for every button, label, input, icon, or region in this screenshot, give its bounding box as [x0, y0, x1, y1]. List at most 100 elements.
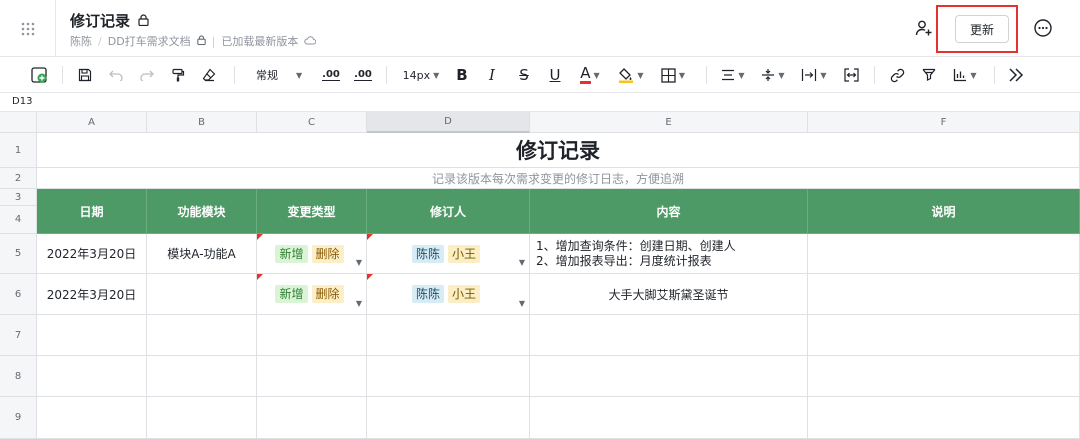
column-header-e[interactable]: E: [530, 112, 808, 133]
text-wrap-icon[interactable]: ▼: [798, 63, 830, 87]
empty-cell[interactable]: [808, 356, 1080, 397]
header-editor[interactable]: 修订人: [367, 189, 530, 234]
cell-change-type[interactable]: 新增 删除 ▼: [257, 274, 367, 315]
chevron-down-icon: ▼: [970, 70, 977, 80]
row-header-3[interactable]: 3: [0, 189, 37, 206]
fill-color-icon[interactable]: ▼: [616, 63, 646, 87]
underline-icon[interactable]: U: [545, 63, 565, 87]
decrease-decimal-button[interactable]: .00: [320, 63, 342, 87]
comment-marker: [257, 234, 263, 240]
tag-editor: 陈陈: [411, 285, 444, 303]
cell-content[interactable]: 1、增加查询条件：创建日期、创建人 2、增加报表导出：月度统计报表: [530, 234, 808, 274]
column-header-a[interactable]: A: [37, 112, 147, 133]
save-status: 已加载最新版本: [221, 35, 299, 48]
increase-decimal-button[interactable]: .00: [352, 63, 374, 87]
chevron-down-icon: ▼: [738, 70, 745, 80]
header-note[interactable]: 说明: [808, 189, 1080, 234]
column-header-b[interactable]: B: [147, 112, 257, 133]
cell-note[interactable]: [808, 274, 1080, 315]
empty-cell[interactable]: [530, 356, 808, 397]
sheet-subtitle-cell[interactable]: 记录该版本每次需求变更的修订日志，方便追溯: [37, 168, 1080, 189]
filter-icon[interactable]: [918, 63, 940, 87]
cell-editor[interactable]: 陈陈 小王 ▼: [367, 234, 530, 274]
empty-cell[interactable]: [257, 356, 367, 397]
column-header-d[interactable]: D: [367, 112, 530, 133]
cell-change-type[interactable]: 新增 删除 ▼: [257, 234, 367, 274]
column-header-c[interactable]: C: [257, 112, 367, 133]
doc-title[interactable]: 修订记录: [70, 10, 130, 31]
more-tools-icon[interactable]: [1004, 63, 1028, 87]
italic-icon[interactable]: I: [482, 63, 502, 87]
empty-cell[interactable]: [37, 356, 147, 397]
empty-cell[interactable]: [367, 397, 530, 439]
toolbar: 常规 ▼ .00 .00 14px ▼ B I S U A ▼ ▼ ▼ ▼ ▼ …: [0, 57, 1080, 93]
column-header-f[interactable]: F: [808, 112, 1080, 133]
cell-date[interactable]: 2022年3月20日: [37, 274, 147, 315]
border-icon[interactable]: ▼: [658, 63, 688, 87]
doc-folder[interactable]: DD打车需求文档: [108, 33, 191, 49]
strikethrough-icon[interactable]: S: [514, 63, 534, 87]
doc-author[interactable]: 陈陈: [70, 33, 92, 49]
empty-cell[interactable]: [257, 315, 367, 356]
empty-cell[interactable]: [530, 315, 808, 356]
horizontal-align-icon[interactable]: ▼: [718, 63, 748, 87]
empty-cell[interactable]: [37, 397, 147, 439]
dropdown-arrow-icon[interactable]: ▼: [356, 258, 362, 267]
row-header-6[interactable]: 6: [0, 274, 37, 315]
dropdown-arrow-icon[interactable]: ▼: [519, 299, 525, 308]
select-all-corner[interactable]: [0, 112, 37, 133]
font-color-icon[interactable]: A ▼: [576, 63, 604, 87]
empty-cell[interactable]: [257, 397, 367, 439]
cell-reference[interactable]: D13: [0, 93, 1080, 112]
number-format-select[interactable]: 常规 ▼: [256, 63, 312, 87]
empty-cell[interactable]: [147, 315, 257, 356]
cell-date[interactable]: 2022年3月20日: [37, 234, 147, 274]
empty-cell[interactable]: [367, 315, 530, 356]
insert-icon[interactable]: [28, 63, 50, 87]
apps-grid-icon[interactable]: [0, 0, 56, 57]
header-module[interactable]: 功能模块: [147, 189, 257, 234]
bold-icon[interactable]: B: [452, 63, 472, 87]
row-header-1[interactable]: 1: [0, 133, 37, 168]
spreadsheet-grid: A B C D E F 1 2 3 4 5 6 7 8 9 修订记录 记录该版本…: [0, 112, 1080, 439]
header-change-type[interactable]: 变更类型: [257, 189, 367, 234]
empty-cell[interactable]: [808, 315, 1080, 356]
row-header-2[interactable]: 2: [0, 168, 37, 189]
row-header-5[interactable]: 5: [0, 234, 37, 274]
empty-cell[interactable]: [147, 356, 257, 397]
undo-icon[interactable]: [106, 63, 126, 87]
font-size-select[interactable]: 14px ▼: [400, 63, 442, 87]
cell-content[interactable]: 大手大脚艾斯黛圣诞节: [530, 274, 808, 315]
merge-cells-icon[interactable]: [840, 63, 862, 87]
cell-note[interactable]: [808, 234, 1080, 274]
cell-module[interactable]: 模块A-功能A: [147, 234, 257, 274]
sheet-title-cell[interactable]: 修订记录: [37, 133, 1080, 168]
row-header-9[interactable]: 9: [0, 397, 37, 439]
cell-module[interactable]: [147, 274, 257, 315]
save-icon[interactable]: [74, 63, 96, 87]
format-painter-icon[interactable]: [168, 63, 188, 87]
row-header-8[interactable]: 8: [0, 356, 37, 397]
dropdown-arrow-icon[interactable]: ▼: [356, 299, 362, 308]
dropdown-arrow-icon[interactable]: ▼: [519, 258, 525, 267]
empty-cell[interactable]: [367, 356, 530, 397]
empty-cell[interactable]: [530, 397, 808, 439]
row-header-4[interactable]: 4: [0, 206, 37, 234]
chart-icon[interactable]: ▼: [950, 63, 980, 87]
add-collaborator-icon[interactable]: [912, 16, 936, 40]
header-date[interactable]: 日期: [37, 189, 147, 234]
cell-editor[interactable]: 陈陈 小王 ▼: [367, 274, 530, 315]
tag-add: 新增: [275, 285, 308, 303]
link-icon[interactable]: [886, 63, 908, 87]
redo-icon[interactable]: [137, 63, 157, 87]
empty-cell[interactable]: [808, 397, 1080, 439]
clear-format-icon[interactable]: [199, 63, 219, 87]
doc-meta: 陈陈 / DD打车需求文档 | 已加载最新版本: [70, 33, 317, 49]
content-line: 1、增加查询条件：创建日期、创建人: [536, 238, 736, 253]
more-options-icon[interactable]: [1031, 16, 1055, 40]
header-content[interactable]: 内容: [530, 189, 808, 234]
row-header-7[interactable]: 7: [0, 315, 37, 356]
empty-cell[interactable]: [147, 397, 257, 439]
empty-cell[interactable]: [37, 315, 147, 356]
vertical-align-icon[interactable]: ▼: [758, 63, 788, 87]
